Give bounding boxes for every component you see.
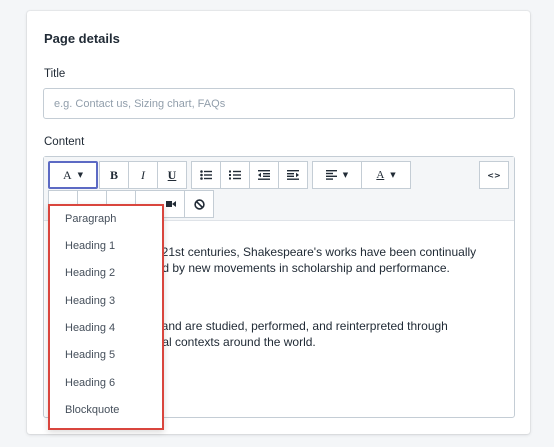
editor-line: lar and are studied, performed, and rein…	[145, 319, 448, 333]
format-dropdown-button[interactable]: A ▼	[48, 161, 98, 189]
title-input[interactable]	[43, 88, 515, 119]
title-label: Title	[44, 68, 66, 80]
editor-line: litical contexts around the world.	[145, 335, 316, 349]
chevron-down-icon: ▼	[342, 171, 349, 179]
numbered-list-icon	[229, 170, 241, 180]
indent-icon	[287, 170, 299, 180]
align-left-icon	[325, 170, 337, 180]
menu-item-heading-5[interactable]: Heading 5	[65, 349, 115, 361]
format-dropdown-menu: Paragraph Heading 1 Heading 2 Heading 3 …	[48, 204, 164, 430]
menu-item-paragraph[interactable]: Paragraph	[65, 213, 116, 225]
outdent-icon	[258, 170, 270, 180]
menu-item-heading-2[interactable]: Heading 2	[65, 267, 115, 279]
chevron-down-icon: ▼	[77, 171, 84, 179]
bullet-list-icon	[200, 170, 212, 180]
numbered-list-button[interactable]	[220, 161, 250, 189]
outdent-button[interactable]	[249, 161, 279, 189]
format-button-label: A	[62, 167, 72, 182]
text-color-dropdown-button[interactable]: A ▼	[361, 161, 411, 189]
underline-button[interactable]: U	[157, 161, 187, 189]
code-view-button[interactable]: <>	[479, 161, 509, 189]
indent-button[interactable]	[278, 161, 308, 189]
bullet-list-button[interactable]	[191, 161, 221, 189]
align-dropdown-button[interactable]: ▼	[312, 161, 362, 189]
menu-item-heading-4[interactable]: Heading 4	[65, 322, 115, 334]
menu-item-blockquote[interactable]: Blockquote	[65, 404, 119, 416]
chevron-down-icon: ▼	[390, 171, 396, 179]
menu-item-heading-6[interactable]: Heading 6	[65, 377, 115, 389]
video-icon	[166, 201, 176, 207]
editor-line: nd 21st centuries, Shakespeare's works h…	[145, 245, 477, 259]
clear-formatting-icon	[193, 198, 205, 210]
content-label: Content	[44, 136, 85, 148]
text-color-label: A	[376, 169, 385, 181]
italic-button[interactable]: I	[128, 161, 158, 189]
card-title: Page details	[44, 31, 120, 46]
editor-line: ered by new movements in scholarship and…	[145, 261, 450, 275]
menu-item-heading-1[interactable]: Heading 1	[65, 240, 115, 252]
menu-item-heading-3[interactable]: Heading 3	[65, 295, 115, 307]
bold-button[interactable]: B	[99, 161, 129, 189]
clear-formatting-button[interactable]	[184, 190, 214, 218]
